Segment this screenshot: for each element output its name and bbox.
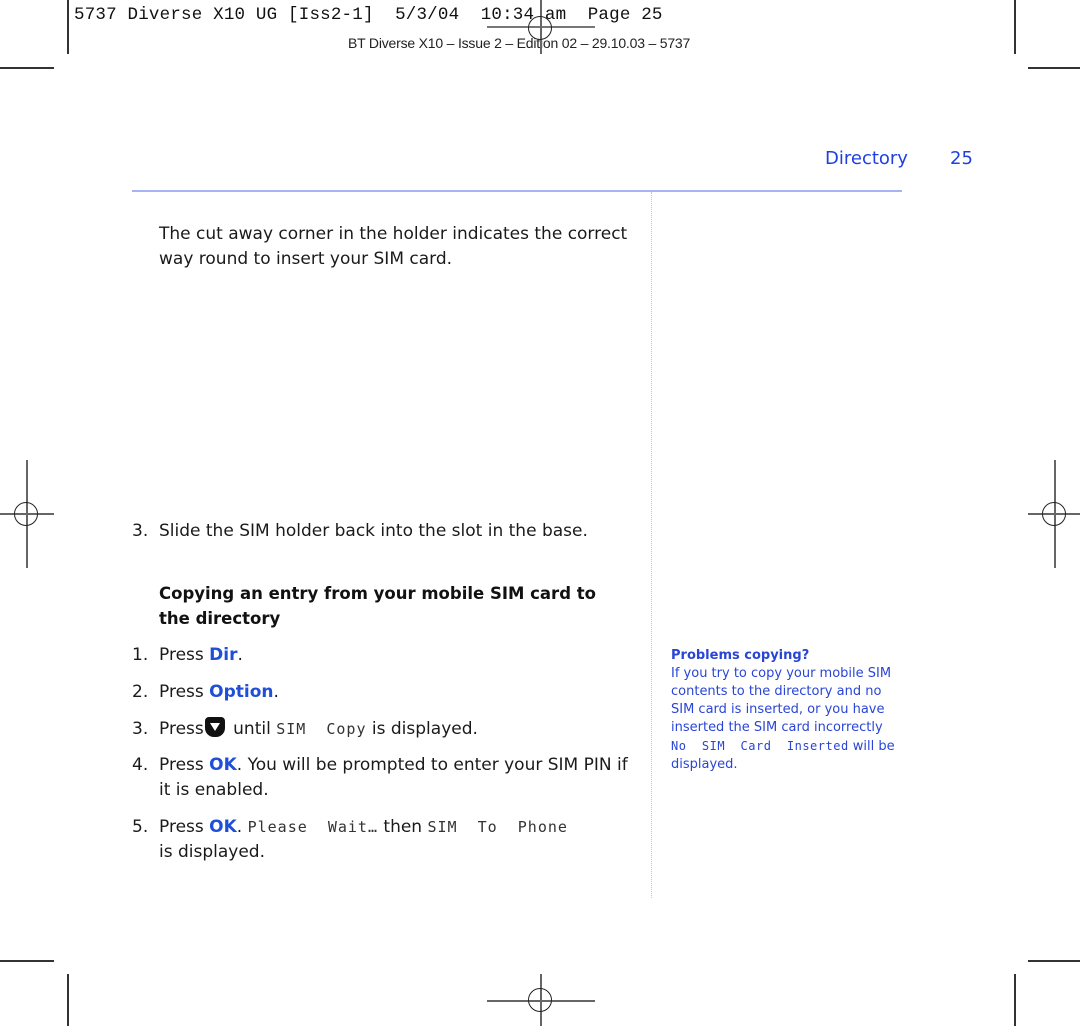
slug-time: 10:34 am xyxy=(480,5,567,25)
step-text: Press xyxy=(159,817,210,837)
column-divider xyxy=(651,192,652,898)
crop-mark-bottom-right-h xyxy=(1028,960,1080,962)
section-heading: Copying an entry from your mobile SIM ca… xyxy=(159,584,596,628)
step-text: Press xyxy=(159,645,210,665)
slug-date: 5/3/04 xyxy=(395,5,460,25)
running-head-page-number: 25 xyxy=(950,148,973,169)
sidenote-title: Problems copying? xyxy=(671,648,810,663)
step-text: . xyxy=(273,682,279,702)
sidenote-problems-copying: Problems copying? If you try to copy you… xyxy=(671,647,906,774)
crop-mark-top-left-v xyxy=(67,0,69,54)
running-head-section: Directory xyxy=(825,148,908,169)
step-text: until xyxy=(227,719,277,739)
step-text: Press xyxy=(159,755,210,775)
step-text: . xyxy=(236,817,248,837)
sidenote-text: If you try to copy your mobile SIM conte… xyxy=(671,666,892,735)
crop-mark-bottom-right-v xyxy=(1014,974,1016,1026)
step-item-1: 1. Press Dir. xyxy=(132,643,632,668)
key-label-ok: OK xyxy=(209,817,237,837)
header-rule xyxy=(132,190,902,192)
crop-mark-bottom-left-h xyxy=(0,960,54,962)
step-item-5: 5. Press OK. Please Wait… then SIM To Ph… xyxy=(132,815,632,865)
slug-page: Page 25 xyxy=(587,5,663,25)
key-label-option: Option xyxy=(209,682,274,702)
printer-slug-line: 5737 Diverse X10 UG [Iss2-1] 5/3/04 10:3… xyxy=(74,5,663,25)
step-text: . xyxy=(237,645,243,665)
step-number: 5. xyxy=(132,817,149,837)
step-number: 3. xyxy=(132,521,149,541)
down-arrow-key-icon xyxy=(204,717,225,737)
prev-step-item: 3. Slide the SIM holder back into the sl… xyxy=(132,519,632,544)
step-number: 3. xyxy=(132,719,149,739)
step-item-2: 2. Press Option. xyxy=(132,680,632,705)
crop-mark-top-right-v xyxy=(1014,0,1016,54)
lcd-display-text: SIM To Phone xyxy=(427,818,568,836)
crop-mark-top-right-h xyxy=(1028,67,1080,69)
intro-paragraph: The cut away corner in the holder indica… xyxy=(159,224,628,269)
step-text: Slide the SIM holder back into the slot … xyxy=(159,521,588,541)
key-label-ok: OK xyxy=(209,755,237,775)
crop-mark-bottom-left-v xyxy=(67,974,69,1026)
step-text: is displayed. xyxy=(159,842,266,862)
lcd-display-text: No SIM Card Inserted xyxy=(671,739,849,753)
step-number: 2. xyxy=(132,682,149,702)
step-text: is displayed. xyxy=(366,719,478,739)
slug-file: 5737 Diverse X10 UG [Iss2-1] xyxy=(74,5,374,25)
step-item-3: 3. Press until SIM Copy is displayed. xyxy=(132,717,632,742)
step-number: 4. xyxy=(132,755,149,775)
lcd-display-text: Please Wait… xyxy=(247,818,378,836)
lcd-display-text: SIM Copy xyxy=(276,720,367,738)
key-label-dir: Dir xyxy=(209,645,238,665)
step-item-4: 4. Press OK. You will be prompted to ent… xyxy=(132,753,632,803)
edition-line: BT Diverse X10 – Issue 2 – Edition 02 – … xyxy=(348,35,691,51)
crop-mark-top-left-h xyxy=(0,67,54,69)
step-text: Press xyxy=(159,682,210,702)
step-text: Press xyxy=(159,719,204,739)
step-text: then xyxy=(378,817,428,837)
step-number: 1. xyxy=(132,645,149,665)
